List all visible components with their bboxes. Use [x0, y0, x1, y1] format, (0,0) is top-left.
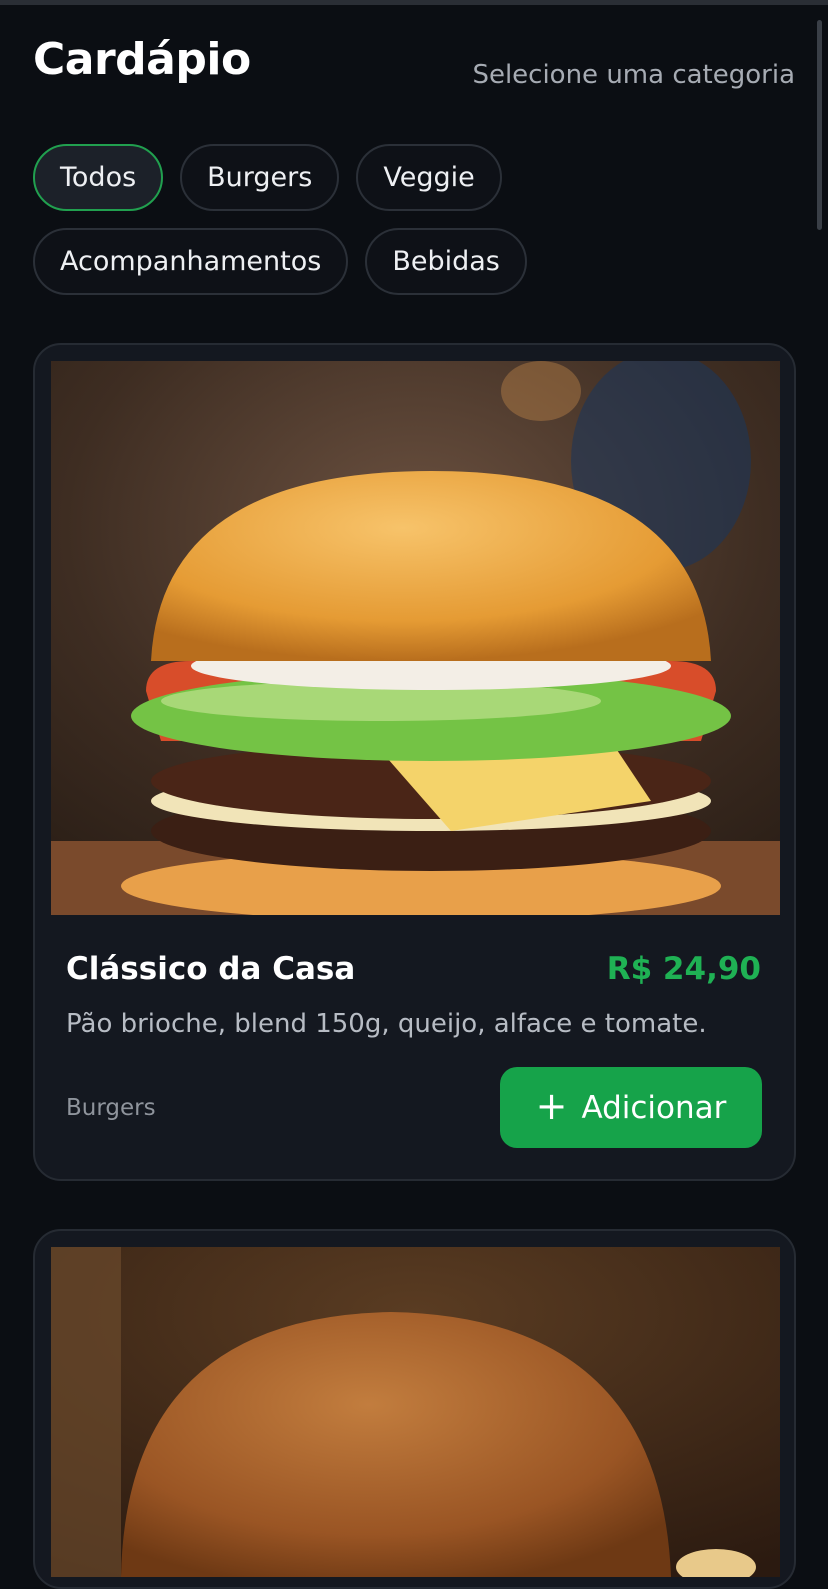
category-chip-acompanhamentos[interactable]: Acompanhamentos [33, 228, 349, 295]
scrollbar[interactable] [817, 20, 822, 230]
product-image [51, 1247, 780, 1577]
product-card: Clássico da Casa R$ 24,90 Pão brioche, b… [33, 343, 796, 1181]
category-chip-todos[interactable]: Todos [33, 144, 164, 211]
product-category: Burgers [66, 1095, 156, 1121]
product-name: Clássico da Casa [66, 951, 356, 987]
category-row: Acompanhamentos Bebidas [33, 228, 813, 295]
product-description: Pão brioche, blend 150g, queijo, alface … [66, 1009, 707, 1039]
add-button-label: Adicionar [581, 1089, 727, 1126]
product-price: R$ 24,90 [606, 951, 761, 987]
category-row: Todos Burgers Veggie [33, 144, 813, 211]
plus-icon: + [535, 1083, 568, 1128]
page-subtitle: Selecione uma categoria [472, 60, 795, 90]
category-chip-burgers[interactable]: Burgers [180, 144, 340, 211]
add-to-cart-button[interactable]: + Adicionar [500, 1067, 762, 1148]
product-image [51, 361, 780, 915]
category-chip-bebidas[interactable]: Bebidas [365, 228, 527, 295]
product-card [33, 1229, 796, 1589]
top-divider [0, 0, 828, 5]
page-title: Cardápio [33, 34, 251, 85]
category-filter: Todos Burgers Veggie Acompanhamentos Beb… [33, 144, 813, 312]
category-chip-veggie[interactable]: Veggie [356, 144, 502, 211]
